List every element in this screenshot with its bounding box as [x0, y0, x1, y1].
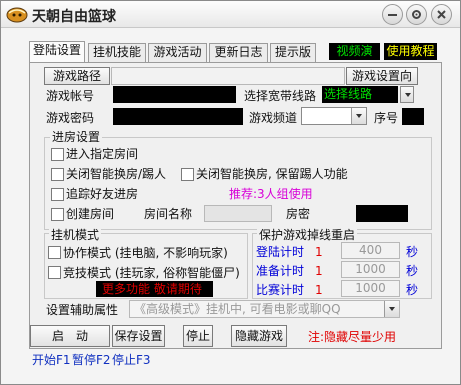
compete-mode-checkbox[interactable]	[48, 266, 61, 279]
line-label: 选择宽带线路	[244, 89, 317, 103]
room-settings-title: 进房设置	[50, 130, 103, 144]
tab-login-settings[interactable]: 登陆设置	[29, 41, 85, 63]
assist-select[interactable]: 《高级模式》挂机中, 可看电影或聊QQ	[129, 300, 400, 318]
login-timer-count: 1	[315, 245, 323, 259]
room-name-label: 房间名称	[144, 207, 193, 221]
line-select[interactable]: 选择线路	[322, 86, 414, 103]
match-timer-input[interactable]: 1000	[341, 280, 400, 297]
enter-room-checkbox[interactable]	[51, 148, 64, 161]
hotkey-start: 开始F1	[32, 353, 71, 367]
login-timer-label: 登陆计时	[256, 245, 305, 259]
coop-mode-label: 协作模式 (挂电脑, 不影响玩家)	[63, 246, 228, 260]
minimize-icon	[388, 14, 397, 16]
prep-timer-input[interactable]: 1000	[341, 261, 400, 278]
login-settings-panel: 游戏路径 游戏设置向导 游戏帐号 选择宽带线路 选择线路 游戏密码 游戏频道 序…	[29, 62, 442, 349]
prep-timer-count: 1	[315, 264, 323, 278]
hotkey-stop: 停止F3	[112, 353, 151, 367]
create-room-checkbox[interactable]	[51, 208, 64, 221]
account-input[interactable]	[113, 86, 236, 103]
tab-afk-skills[interactable]: 挂机技能	[88, 43, 146, 62]
room-pwd-input[interactable]	[356, 205, 408, 222]
settings-button[interactable]	[406, 4, 427, 25]
tutorial-link[interactable]: 使用教程	[384, 43, 437, 60]
prep-timer-label: 准备计时	[256, 264, 305, 278]
tab-update-log[interactable]: 更新日志	[209, 43, 268, 62]
stop-button[interactable]: 停止	[183, 325, 213, 347]
line-select-value: 选择线路	[324, 87, 373, 101]
game-path-button[interactable]: 游戏路径	[44, 67, 110, 85]
title-bar: 天朝自由篮球	[1, 1, 460, 28]
compete-mode-label: 竞技模式 (挂玩家, 俗称智能僵尸)	[63, 266, 240, 280]
enter-room-label: 进入指定房间	[66, 147, 139, 161]
follow-friend-label: 追踪好友进房	[66, 187, 139, 201]
seq-label: 序号	[374, 111, 399, 125]
room-pwd-label: 房密	[286, 207, 311, 221]
close-icon	[437, 10, 446, 19]
basketball-app-icon	[6, 7, 28, 23]
channel-select[interactable]	[301, 107, 367, 125]
assist-select-value: 《高级模式》挂机中, 可看电影或聊QQ	[134, 302, 341, 316]
save-settings-button[interactable]: 保存设置	[112, 325, 165, 347]
start-button[interactable]: 启 动	[30, 325, 110, 347]
chevron-down-icon[interactable]	[400, 86, 414, 103]
login-timer-input[interactable]: 400	[341, 242, 400, 259]
tab-game-events[interactable]: 游戏活动	[148, 43, 207, 62]
account-label: 游戏帐号	[46, 89, 95, 103]
match-timer-unit: 秒	[406, 283, 419, 297]
more-features-banner: 更多功能 敬请期待	[96, 281, 213, 297]
coop-mode-checkbox[interactable]	[48, 246, 61, 259]
recommend-note: 推荐:3人组使用	[229, 187, 313, 201]
close-smart-kick-label: 关闭智能换房/踢人	[66, 167, 167, 181]
close-smart-keep-checkbox[interactable]	[181, 168, 194, 181]
close-smart-kick-checkbox[interactable]	[51, 168, 64, 181]
reconnect-title: 保护游戏掉线重启	[257, 228, 358, 242]
match-timer-count: 1	[315, 283, 323, 297]
chevron-down-icon[interactable]	[384, 301, 399, 317]
follow-friend-checkbox[interactable]	[51, 188, 64, 201]
hide-game-button[interactable]: 隐藏游戏	[231, 325, 287, 347]
password-label: 游戏密码	[46, 111, 95, 125]
video-demo-link[interactable]: 视频演示	[329, 43, 380, 75]
match-timer-label: 比赛计时	[256, 283, 305, 297]
room-name-input[interactable]	[204, 205, 272, 222]
minimize-button[interactable]	[382, 4, 403, 25]
create-room-label: 创建房间	[66, 207, 115, 221]
main-window: 天朝自由篮球 登陆设置 挂机技能 游戏活动 更新日志 提示版 视频演示 使用教程…	[0, 0, 461, 385]
close-button[interactable]	[431, 4, 452, 25]
close-smart-keep-label: 关闭智能换房, 保留踢人功能	[196, 167, 348, 181]
password-input[interactable]	[113, 108, 243, 125]
chevron-down-icon[interactable]	[351, 108, 366, 124]
hotkey-pause: 暂停F2	[72, 353, 111, 367]
game-path-field[interactable]	[111, 67, 345, 85]
prep-timer-unit: 秒	[406, 264, 419, 278]
channel-label: 游戏频道	[249, 111, 298, 125]
assist-label: 设置辅助属性	[46, 303, 119, 317]
seq-input[interactable]	[402, 108, 424, 125]
gear-icon	[412, 10, 421, 19]
more-features-text: 更多功能 敬请期待	[102, 282, 202, 296]
login-timer-unit: 秒	[406, 245, 419, 259]
game-settings-wizard-button[interactable]: 游戏设置向导	[346, 67, 418, 99]
hide-note: 注:隐藏尽量少用	[308, 330, 397, 344]
window-title: 天朝自由篮球	[32, 9, 116, 25]
tab-tips[interactable]: 提示版	[270, 43, 316, 62]
afk-mode-title: 挂机模式	[49, 228, 102, 242]
